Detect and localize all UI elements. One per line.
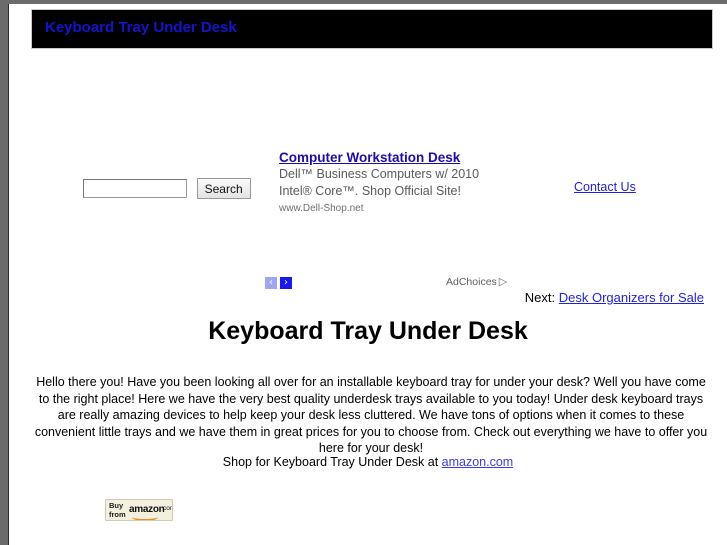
adchoices-triangle-icon: ▷	[498, 276, 508, 288]
ad-description-line-2: Intel® Core™. Shop Official Site!	[279, 184, 461, 198]
badge-buy-from-text: Buy from	[109, 501, 128, 519]
intro-paragraph: Hello there you! Have you been looking a…	[34, 375, 708, 455]
amazon-link[interactable]: amazon.com	[442, 455, 514, 469]
adchoices-label[interactable]: AdChoices ▷	[446, 275, 507, 288]
search-button[interactable]: Search	[196, 178, 251, 199]
ad-display-url: www.Dell-Shop.net	[279, 203, 364, 214]
search-area: Search	[83, 178, 251, 199]
amazon-smile-arrow-icon	[132, 513, 158, 520]
amazon-dotcom-text: com	[163, 505, 172, 512]
ad-title-link[interactable]: Computer Workstation Desk	[279, 150, 460, 165]
contact-us-link[interactable]: Contact Us	[574, 180, 636, 194]
browser-viewport: Keyboard Tray Under Desk Search Computer…	[0, 0, 727, 545]
site-header-banner: Keyboard Tray Under Desk	[31, 9, 713, 49]
search-input[interactable]	[83, 179, 187, 198]
next-ad-arrow-icon[interactable]: ›	[280, 276, 292, 289]
page-title: Keyboard Tray Under Desk	[208, 317, 528, 345]
next-prefix-label: Next:	[524, 290, 556, 305]
badge-from-word: from	[109, 509, 126, 519]
shop-prefix-label: Shop for Keyboard Tray Under Desk at	[222, 455, 439, 469]
site-title: Keyboard Tray Under Desk	[45, 19, 237, 36]
buy-from-amazon-badge[interactable]: Buy from amazon com	[105, 499, 173, 521]
advertisement-block: Computer Workstation Desk Dell™ Business…	[279, 150, 514, 215]
previous-ad-arrow-icon[interactable]: ‹	[265, 276, 277, 289]
ad-carousel-nav: ‹ ›	[265, 274, 292, 289]
shop-line: Shop for Keyboard Tray Under Desk at ama…	[9, 455, 727, 469]
adchoices-text: AdChoices	[446, 276, 497, 288]
page-content: Keyboard Tray Under Desk Search Computer…	[8, 4, 727, 545]
next-page-link[interactable]: Desk Organizers for Sale	[559, 290, 704, 305]
next-page-line: Next: Desk Organizers for Sale	[525, 290, 704, 305]
ad-description-line-1: Dell™ Business Computers w/ 2010	[279, 167, 480, 181]
